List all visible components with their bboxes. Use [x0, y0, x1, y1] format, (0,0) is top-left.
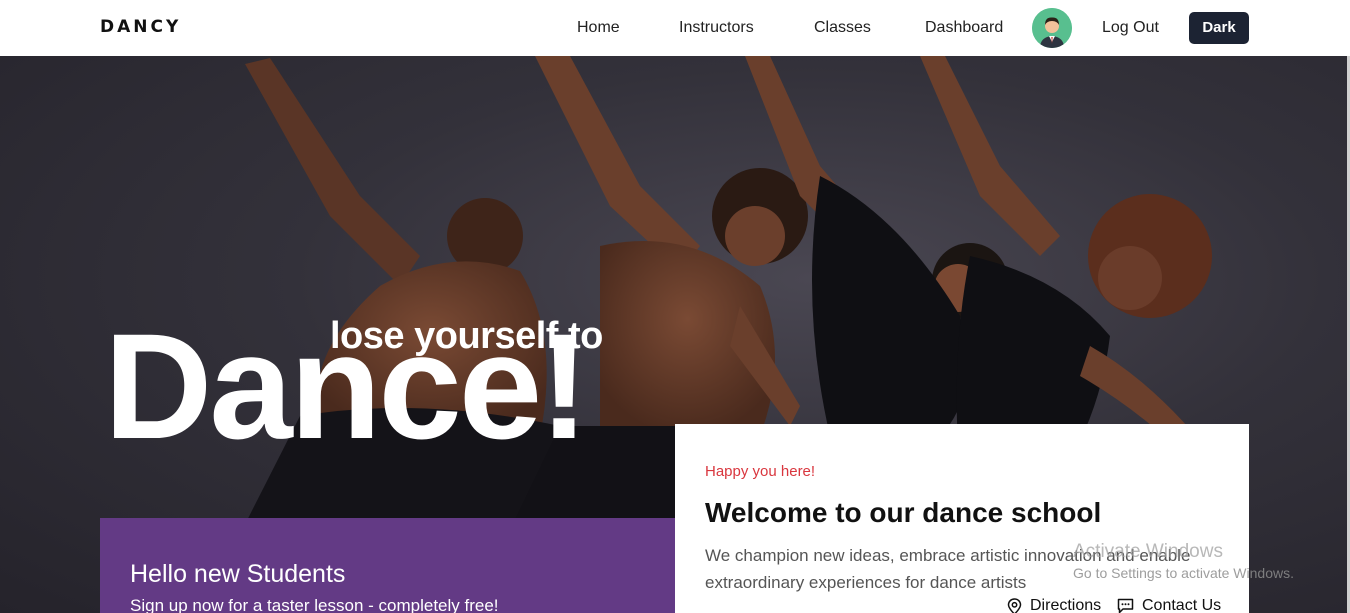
map-pin-icon — [1007, 597, 1022, 613]
nav-link-home[interactable]: Home — [577, 19, 620, 37]
site-logo[interactable]: DANCY — [100, 17, 181, 37]
contact-link[interactable]: Contact Us — [1117, 597, 1221, 613]
nav-link-classes[interactable]: Classes — [814, 19, 871, 37]
navbar: DANCY Home Instructors Classes Dashboard… — [0, 0, 1350, 56]
activation-watermark-title: Activate Windows — [1073, 541, 1223, 562]
new-students-card: Hello new Students Sign up now for a tas… — [100, 518, 675, 613]
nav-link-dashboard[interactable]: Dashboard — [925, 19, 1003, 37]
welcome-title: Welcome to our dance school — [705, 497, 1102, 528]
contact-label: Contact Us — [1142, 597, 1222, 613]
directions-link[interactable]: Directions — [1007, 597, 1101, 613]
chat-icon — [1117, 598, 1134, 613]
logout-link[interactable]: Log Out — [1102, 19, 1159, 37]
welcome-kicker: Happy you here! — [705, 463, 816, 480]
directions-label: Directions — [1030, 597, 1102, 613]
hero-headline: Dance! — [104, 302, 589, 470]
user-avatar-icon[interactable] — [1032, 8, 1072, 48]
nav-link-instructors[interactable]: Instructors — [679, 19, 754, 37]
welcome-card: Happy you here! Welcome to our dance sch… — [675, 424, 1249, 613]
new-students-subtitle[interactable]: Sign up now for a taster lesson - comple… — [130, 596, 499, 613]
new-students-title: Hello new Students — [130, 560, 346, 588]
activation-watermark-subtitle: Go to Settings to activate Windows. — [1073, 565, 1294, 581]
dark-mode-button[interactable]: Dark — [1189, 12, 1249, 44]
